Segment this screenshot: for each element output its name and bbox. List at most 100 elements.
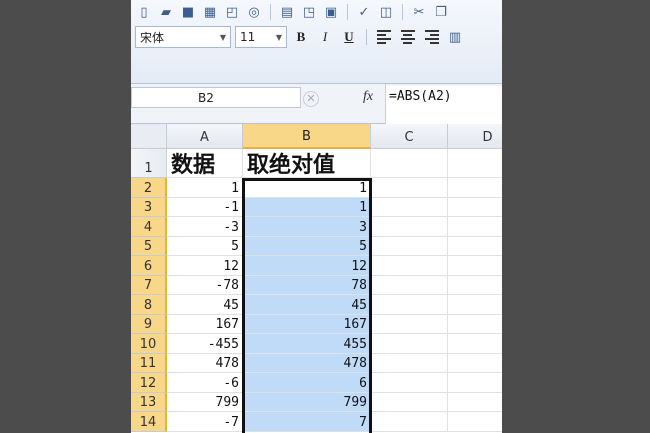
cell-b7[interactable]: 78 — [243, 275, 371, 295]
cell-b5[interactable]: 5 — [243, 236, 371, 256]
cell-b3[interactable]: 1 — [243, 197, 371, 217]
cell-c14[interactable] — [371, 412, 448, 432]
cell-c1[interactable] — [371, 149, 448, 178]
formula-input[interactable]: =ABS(A2) — [386, 86, 502, 124]
cell-a4[interactable]: -3 — [167, 217, 243, 237]
cell-b9[interactable]: 167 — [243, 314, 371, 334]
cell-a8[interactable]: 45 — [167, 295, 243, 315]
print-icon[interactable]: ▤ — [278, 3, 296, 21]
row-header-5[interactable]: 5 — [131, 236, 167, 256]
cell-c4[interactable] — [371, 217, 448, 237]
cell-a14[interactable]: -7 — [167, 412, 243, 432]
row-header-8[interactable]: 8 — [131, 295, 167, 315]
copy-icon[interactable]: ❐ — [432, 3, 450, 21]
row-header-9[interactable]: 9 — [131, 314, 167, 334]
cut-icon[interactable]: ✂ — [410, 3, 428, 21]
cell-c7[interactable] — [371, 275, 448, 295]
italic-button[interactable]: I — [315, 27, 335, 47]
cell-b10[interactable]: 455 — [243, 334, 371, 354]
row-header-10[interactable]: 10 — [131, 334, 167, 354]
cell-c9[interactable] — [371, 314, 448, 334]
insert-function-icon[interactable]: fx — [363, 89, 373, 105]
cell-a12[interactable]: -6 — [167, 373, 243, 393]
spell-check-icon[interactable]: ✓ — [355, 3, 373, 21]
row-header-13[interactable]: 13 — [131, 392, 167, 412]
open-icon[interactable]: ▰ — [157, 3, 175, 21]
cell-b13[interactable]: 799 — [243, 392, 371, 412]
select-all-button[interactable] — [131, 124, 167, 149]
cell-c2[interactable] — [371, 178, 448, 198]
merge-center-icon[interactable]: ▥ — [446, 28, 464, 46]
cell-d12[interactable] — [448, 373, 502, 393]
cell-a11[interactable]: 478 — [167, 353, 243, 373]
cell-c5[interactable] — [371, 236, 448, 256]
cell-a10[interactable]: -455 — [167, 334, 243, 354]
row-header-14[interactable]: 14 — [131, 412, 167, 432]
cell-b6[interactable]: 12 — [243, 256, 371, 276]
cell-a13[interactable]: 799 — [167, 392, 243, 412]
row-header-7[interactable]: 7 — [131, 275, 167, 295]
row-header-12[interactable]: 12 — [131, 373, 167, 393]
cell-c11[interactable] — [371, 353, 448, 373]
row-header-6[interactable]: 6 — [131, 256, 167, 276]
cell-a3[interactable]: -1 — [167, 197, 243, 217]
cell-d6[interactable] — [448, 256, 502, 276]
align-left-icon[interactable] — [374, 27, 394, 47]
font-size-select[interactable]: 11 ▼ — [235, 26, 287, 48]
cell-d14[interactable] — [448, 412, 502, 432]
cell-a6[interactable]: 12 — [167, 256, 243, 276]
row-header-2[interactable]: 2 — [131, 178, 167, 198]
cell-b14[interactable]: 7 — [243, 412, 371, 432]
cell-b8[interactable]: 45 — [243, 295, 371, 315]
attach-icon[interactable]: ◎ — [245, 3, 263, 21]
cell-d2[interactable] — [448, 178, 502, 198]
underline-button[interactable]: U — [339, 27, 359, 47]
align-center-icon[interactable] — [398, 27, 418, 47]
row-header-4[interactable]: 4 — [131, 217, 167, 237]
cell-d9[interactable] — [448, 315, 502, 334]
cell-c12[interactable] — [371, 373, 448, 393]
cell-d11[interactable] — [448, 354, 502, 373]
cell-a1[interactable]: 数据 — [167, 149, 243, 178]
column-header-c[interactable]: C — [371, 124, 448, 149]
row-header-11[interactable]: 11 — [131, 353, 167, 373]
column-header-d[interactable]: D — [448, 124, 502, 149]
cell-b1[interactable]: 取绝对值 — [243, 149, 371, 178]
save-icon[interactable]: ■ — [179, 3, 197, 21]
cell-a9[interactable]: 167 — [167, 314, 243, 334]
cell-d4[interactable] — [448, 217, 502, 237]
print-preview-icon[interactable]: ◰ — [223, 3, 241, 21]
cell-b12[interactable]: 6 — [243, 373, 371, 393]
column-header-a[interactable]: A — [167, 124, 243, 149]
cell-a7[interactable]: -78 — [167, 275, 243, 295]
row-header-3[interactable]: 3 — [131, 197, 167, 217]
cell-b11[interactable]: 478 — [243, 353, 371, 373]
align-right-icon[interactable] — [422, 27, 442, 47]
cell-b4[interactable]: 3 — [243, 217, 371, 237]
row-header-1[interactable]: 1 — [131, 149, 167, 178]
zoom-icon[interactable]: ◳ — [300, 3, 318, 21]
cell-b2[interactable]: 1 — [243, 178, 371, 198]
cell-d8[interactable] — [448, 295, 502, 315]
cell-a2[interactable]: 1 — [167, 178, 243, 198]
cell-c13[interactable] — [371, 392, 448, 412]
research-icon[interactable]: ◫ — [377, 3, 395, 21]
cell-d5[interactable] — [448, 237, 502, 256]
bold-button[interactable]: B — [291, 27, 311, 47]
column-header-b[interactable]: B — [243, 124, 371, 149]
font-name-select[interactable]: 宋体 ▼ — [135, 26, 231, 48]
cancel-icon[interactable]: ✕ — [303, 91, 319, 107]
cell-c6[interactable] — [371, 256, 448, 276]
cell-c10[interactable] — [371, 334, 448, 354]
paste-icon[interactable]: ▣ — [322, 3, 340, 21]
cell-a5[interactable]: 5 — [167, 236, 243, 256]
cell-d7[interactable] — [448, 276, 502, 295]
cell-d1[interactable] — [448, 149, 502, 178]
cell-c8[interactable] — [371, 295, 448, 315]
cell-c3[interactable] — [371, 197, 448, 217]
new-icon[interactable]: ▯ — [135, 3, 153, 21]
permissions-icon[interactable]: ▦ — [201, 3, 219, 21]
cell-d10[interactable] — [448, 334, 502, 354]
cell-d3[interactable] — [448, 198, 502, 217]
name-box[interactable]: B2 — [131, 87, 301, 108]
